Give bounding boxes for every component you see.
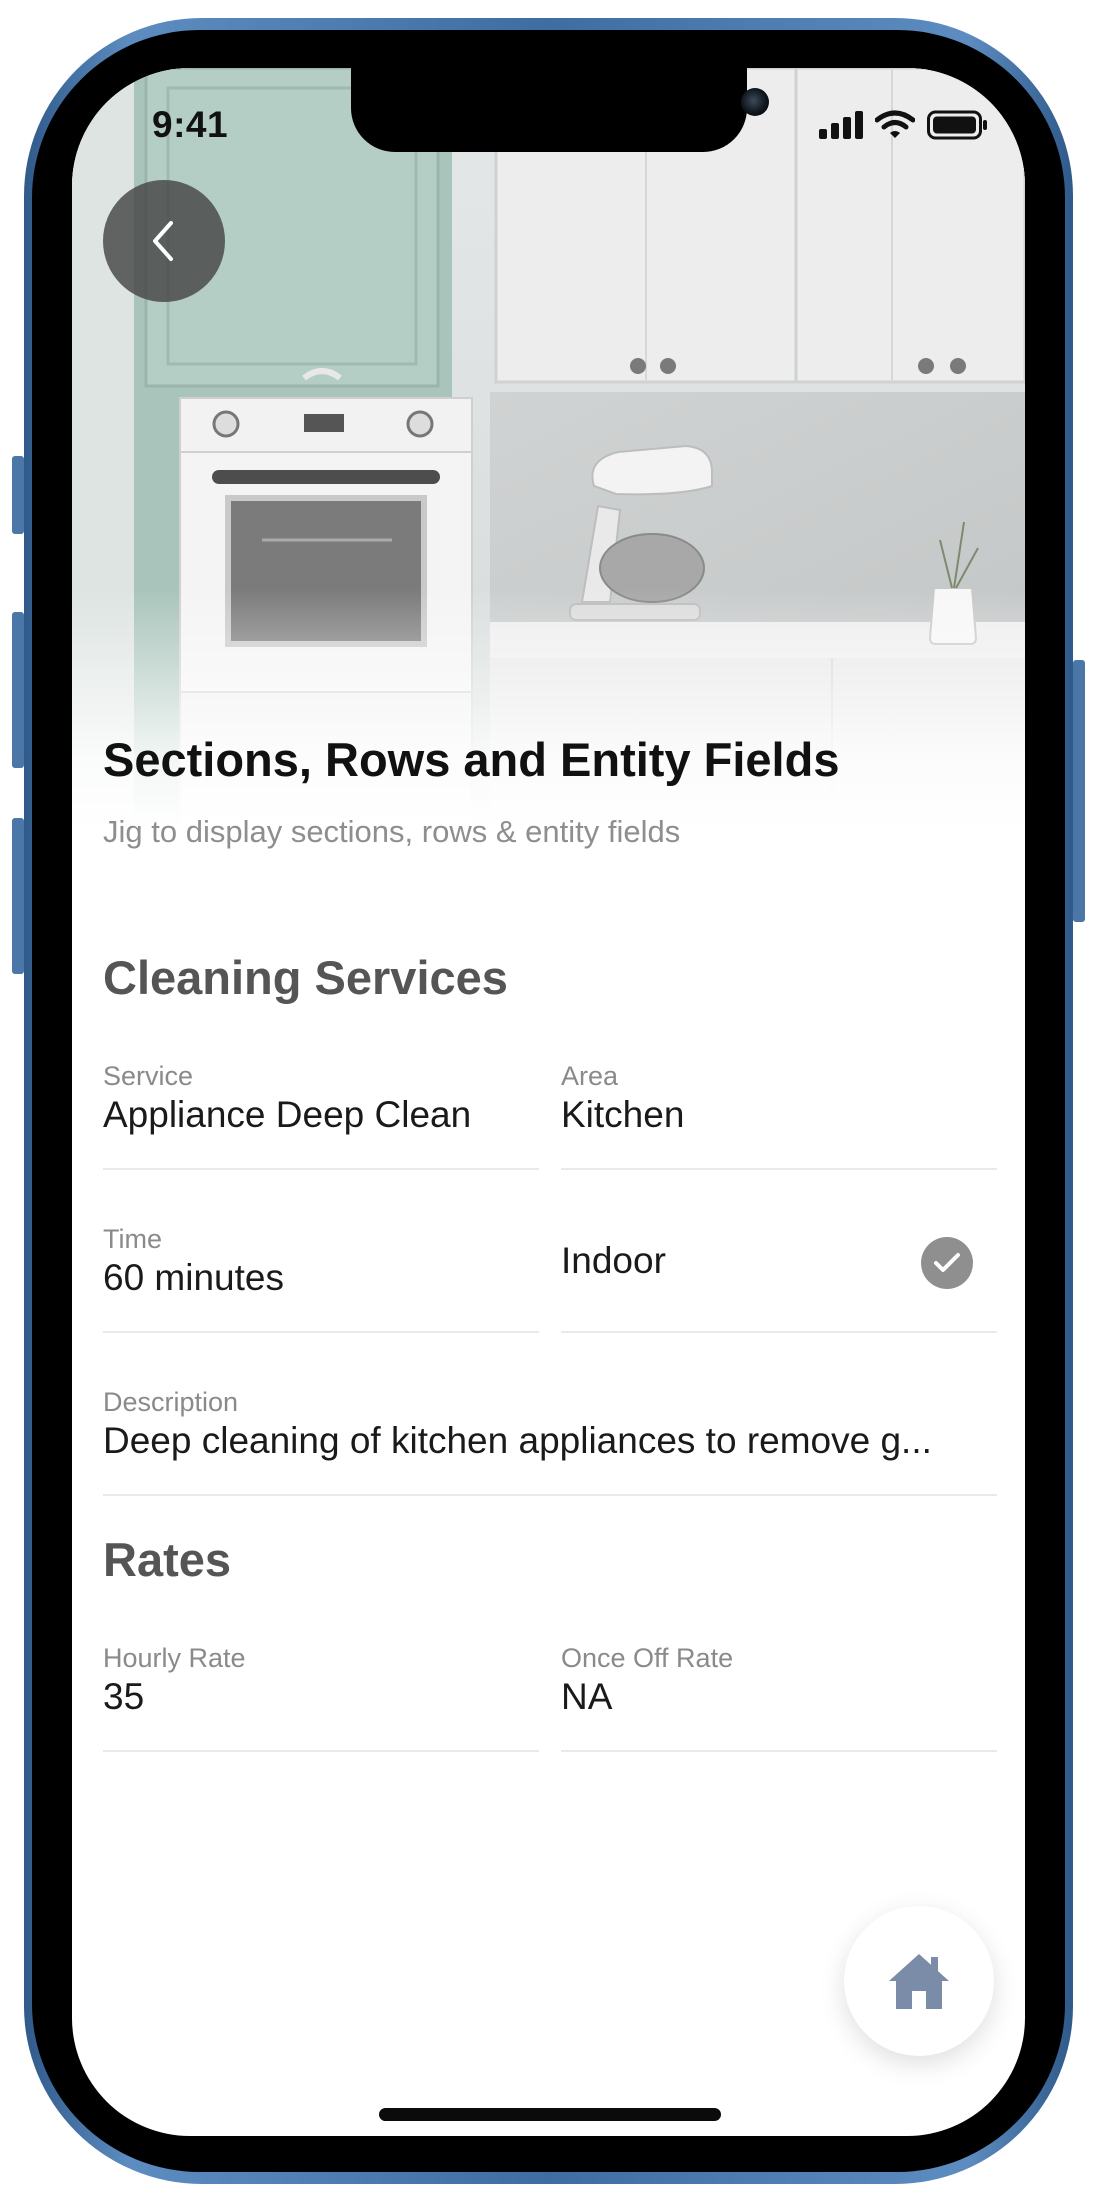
divider	[561, 1168, 997, 1170]
page-subtitle: Jig to display sections, rows & entity f…	[103, 814, 681, 849]
wifi-icon	[875, 110, 915, 138]
field-area[interactable]: Area Kitchen	[561, 1060, 993, 1138]
section-heading-cleaning-services: Cleaning Services	[103, 951, 508, 1004]
chevron-left-icon	[153, 221, 173, 261]
field-label: Hourly Rate	[103, 1643, 246, 1673]
section-heading-rates: Rates	[103, 1533, 232, 1586]
home-icon	[889, 1954, 949, 2009]
field-value: 60 minutes	[103, 1257, 284, 1298]
field-value: 35	[103, 1676, 145, 1717]
field-label: Time	[103, 1224, 162, 1254]
field-label: Description	[103, 1387, 239, 1417]
phone-screen: 9:41 Sections, Rows and Entity Fields Ji…	[72, 68, 1025, 2136]
divider	[103, 1331, 539, 1333]
divider	[561, 1331, 997, 1333]
field-value: NA	[561, 1676, 613, 1717]
notch	[351, 68, 769, 152]
field-description[interactable]: Description Deep cleaning of kitchen app…	[103, 1386, 997, 1464]
divider	[103, 1494, 997, 1496]
home-indicator	[379, 2108, 721, 2121]
indoor-checkbox[interactable]	[921, 1237, 973, 1289]
checkmark-icon	[934, 1253, 960, 1272]
field-value: Kitchen	[561, 1094, 685, 1135]
divider	[103, 1750, 539, 1752]
field-label: Service	[103, 1061, 194, 1091]
field-value: Appliance Deep Clean	[103, 1094, 472, 1135]
signal-icon	[819, 111, 863, 139]
field-label: Area	[561, 1061, 619, 1091]
volume-up-button	[12, 612, 24, 768]
camera-icon	[741, 88, 769, 116]
back-button[interactable]	[103, 180, 225, 302]
status-icons	[819, 110, 989, 140]
field-hourly-rate[interactable]: Hourly Rate 35	[103, 1642, 535, 1720]
field-label: Once Off Rate	[561, 1643, 734, 1673]
field-service[interactable]: Service Appliance Deep Clean	[103, 1060, 535, 1138]
home-button[interactable]	[844, 1906, 994, 2056]
volume-down-button	[12, 818, 24, 974]
page-title: Sections, Rows and Entity Fields	[103, 733, 840, 786]
field-value: Deep cleaning of kitchen appliances to r…	[103, 1420, 932, 1461]
divider	[103, 1168, 539, 1170]
field-time[interactable]: Time 60 minutes	[103, 1223, 535, 1301]
battery-icon	[927, 110, 987, 140]
field-once-off-rate[interactable]: Once Off Rate NA	[561, 1642, 993, 1720]
mute-switch	[12, 456, 24, 534]
power-button	[1073, 660, 1085, 922]
divider	[561, 1750, 997, 1752]
status-time: 9:41	[152, 104, 229, 145]
hero-fade-overlay	[72, 588, 1025, 830]
